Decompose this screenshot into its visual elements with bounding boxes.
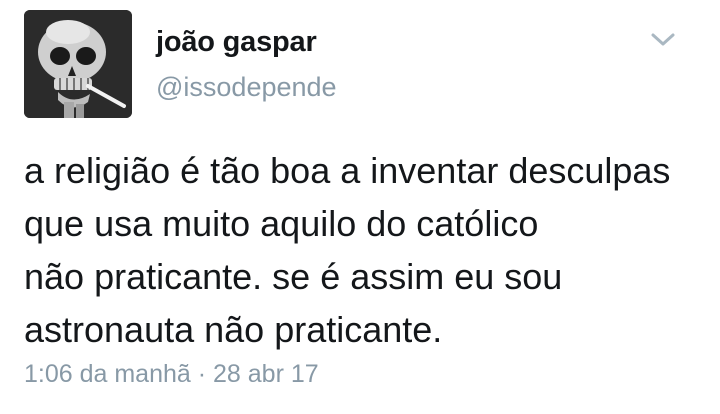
tweet-text-line: a religião é tão boa a inventar desculpa… — [24, 150, 671, 191]
author-name[interactable]: joão gaspar — [156, 26, 317, 59]
tweet-text-line: que usa muito aquilo do católico — [24, 203, 539, 244]
chevron-down-icon[interactable] — [648, 30, 678, 50]
tweet-text: a religião é tão boa a inventar desculpa… — [24, 144, 714, 356]
tweet-card: joão gaspar @issodepende a religião é tã… — [0, 0, 720, 414]
tweet-text-line: astronauta não praticante. — [24, 309, 443, 350]
skull-icon — [24, 10, 132, 118]
avatar[interactable] — [24, 10, 132, 118]
tweet-timestamp[interactable]: 1:06 da manhã · 28 abr 17 — [24, 360, 319, 389]
author-handle[interactable]: @issodepende — [156, 72, 337, 103]
tweet-text-line: não praticante. se é assim eu sou — [24, 256, 563, 297]
